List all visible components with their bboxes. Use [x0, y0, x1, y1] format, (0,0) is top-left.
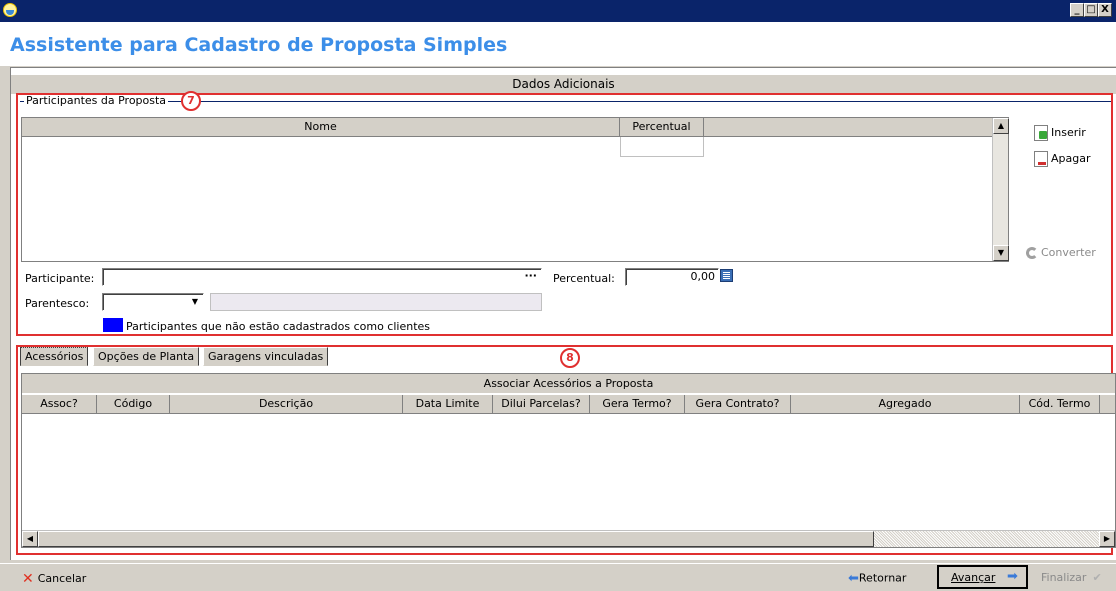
scroll-left-icon[interactable]: ◀	[22, 531, 38, 547]
close-button[interactable]: X	[1098, 3, 1112, 17]
cancel-button[interactable]: ✕ Cancelar	[22, 571, 86, 587]
finish-button[interactable]: Finalizar ✔	[1041, 571, 1102, 584]
delete-label: Apagar	[1051, 152, 1091, 165]
percentual-label: Percentual:	[553, 272, 615, 285]
legend-color-swatch	[103, 318, 123, 332]
section-title: Dados Adicionais	[11, 75, 1116, 94]
participant-label: Participante:	[25, 272, 95, 285]
page-title: Assistente para Cadastro de Proposta Sim…	[10, 34, 508, 56]
column-header-data-limite[interactable]: Data Limite	[403, 395, 493, 413]
checkmark-icon: ✔	[1092, 571, 1102, 584]
marker-7: 7	[181, 91, 201, 111]
back-label: Retornar	[858, 571, 907, 585]
arrow-right-icon: ➡	[1007, 569, 1018, 584]
arrow-left-icon: ⬅	[848, 571, 859, 586]
back-button[interactable]: ⬅Retornar	[848, 571, 906, 586]
column-header-gera-termo[interactable]: Gera Termo?	[590, 395, 685, 413]
column-header-dilui-parcelas[interactable]: Dilui Parcelas?	[493, 395, 590, 413]
minimize-button[interactable]: _	[1070, 3, 1084, 17]
scroll-down-icon[interactable]: ▼	[993, 245, 1009, 261]
accessories-grid-header: Assoc? Código Descrição Data Limite Dilu…	[22, 395, 1115, 414]
accessories-grid-title: Associar Acessórios a Proposta	[22, 374, 1115, 393]
accessories-horizontal-scrollbar[interactable]: ◀ ▶	[22, 530, 1115, 547]
column-header-percentual[interactable]: Percentual	[620, 118, 704, 136]
cancel-label: Cancelar	[37, 572, 87, 585]
column-header-assoc[interactable]: Assoc?	[22, 395, 97, 413]
column-header-gera-contrato[interactable]: Gera Contrato?	[685, 395, 791, 413]
window-titlebar	[0, 0, 1116, 22]
insert-icon	[1034, 125, 1048, 141]
maximize-button[interactable]: □	[1084, 3, 1098, 17]
column-header-cod-termo[interactable]: Cód. Termo	[1020, 395, 1100, 413]
participant-field[interactable]: ···	[102, 268, 542, 286]
convert-label: Converter	[1041, 246, 1096, 259]
marker-8: 8	[560, 348, 580, 368]
convert-icon	[1026, 247, 1038, 259]
participants-vertical-scrollbar[interactable]: ▲ ▼	[992, 118, 1009, 261]
parentesco-label: Parentesco:	[25, 297, 90, 310]
delete-button[interactable]: Apagar	[1034, 151, 1091, 167]
participants-grid[interactable]: Nome Percentual ▲ ▼	[21, 117, 1009, 262]
finish-label: Finalizar	[1041, 571, 1087, 584]
table-row[interactable]	[620, 137, 704, 157]
column-header-descricao[interactable]: Descrição	[170, 395, 403, 413]
insert-button[interactable]: Inserir	[1034, 125, 1086, 141]
column-header-nome[interactable]: Nome	[22, 118, 620, 136]
tab-garagens-vinculadas[interactable]: Garagens vinculadas	[203, 347, 329, 366]
chevron-down-icon[interactable]: ▼	[192, 294, 198, 310]
lookup-ellipsis-icon[interactable]: ···	[524, 268, 537, 284]
app-icon	[3, 3, 17, 17]
tab-acessorios[interactable]: Acessórios	[20, 347, 89, 366]
scroll-thumb[interactable]	[38, 531, 874, 547]
insert-label: Inserir	[1051, 126, 1086, 139]
percentual-field[interactable]: 0,00	[625, 268, 719, 286]
next-label: Avançar	[951, 571, 996, 584]
accessories-grid[interactable]: Associar Acessórios a Proposta Assoc? Có…	[21, 373, 1116, 548]
column-header-agregado[interactable]: Agregado	[791, 395, 1020, 413]
scroll-up-icon[interactable]: ▲	[993, 118, 1009, 134]
parentesco-select[interactable]: ▼	[102, 293, 204, 311]
parentesco-description-field	[210, 293, 542, 311]
tab-opcoes-de-planta[interactable]: Opções de Planta	[93, 347, 200, 366]
scroll-right-icon[interactable]: ▶	[1099, 531, 1115, 547]
participants-grid-header: Nome Percentual	[22, 118, 993, 137]
convert-button[interactable]: Converter	[1026, 246, 1096, 259]
cancel-icon: ✕	[22, 571, 34, 587]
next-button[interactable]: Avançar ➡	[937, 565, 1028, 589]
column-header-codigo[interactable]: Código	[97, 395, 170, 413]
calculator-icon[interactable]	[720, 269, 733, 282]
delete-icon	[1034, 151, 1048, 167]
legend-text: Participantes que não estão cadastrados …	[126, 320, 431, 333]
